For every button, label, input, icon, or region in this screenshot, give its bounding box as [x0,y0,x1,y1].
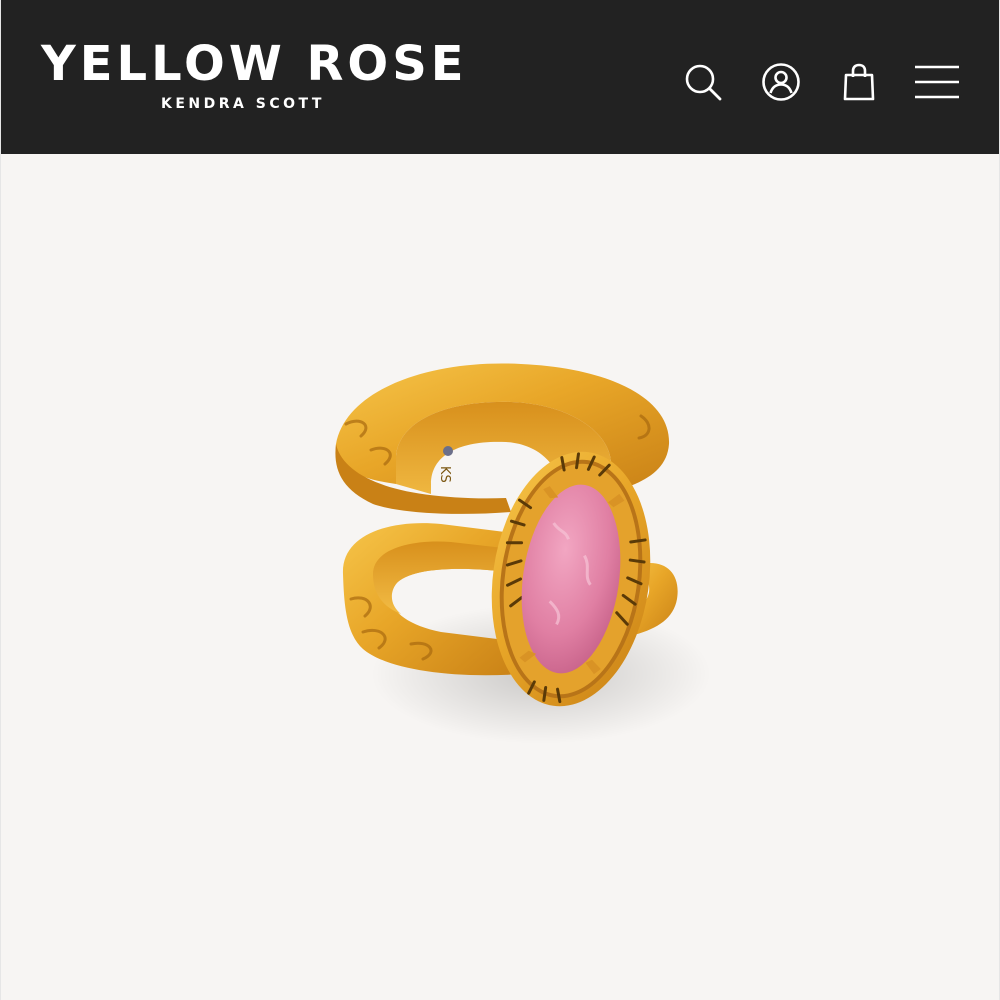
brand-logo[interactable]: YELLOW ROSE KENDRA SCOTT [41,36,481,116]
product-image[interactable]: KS [1,154,1000,1000]
shopping-bag-icon [843,63,875,101]
page: YELLOW ROSE KENDRA SCOTT KS [0,0,1000,1000]
brand-subtitle: KENDRA SCOTT [161,96,325,112]
account-button[interactable] [757,58,805,106]
product-gallery: KS [1,154,1000,1000]
site-header: YELLOW ROSE KENDRA SCOTT [1,0,999,154]
ring-gem-dot [443,446,453,456]
header-actions [649,58,961,106]
account-icon [762,63,800,101]
engraving-text: KS [437,466,452,483]
menu-button[interactable] [913,58,961,106]
cart-button[interactable] [835,58,883,106]
brand-name: YELLOW ROSE [41,36,468,92]
search-button[interactable] [679,58,727,106]
menu-icon [915,65,959,99]
search-icon [685,64,722,101]
